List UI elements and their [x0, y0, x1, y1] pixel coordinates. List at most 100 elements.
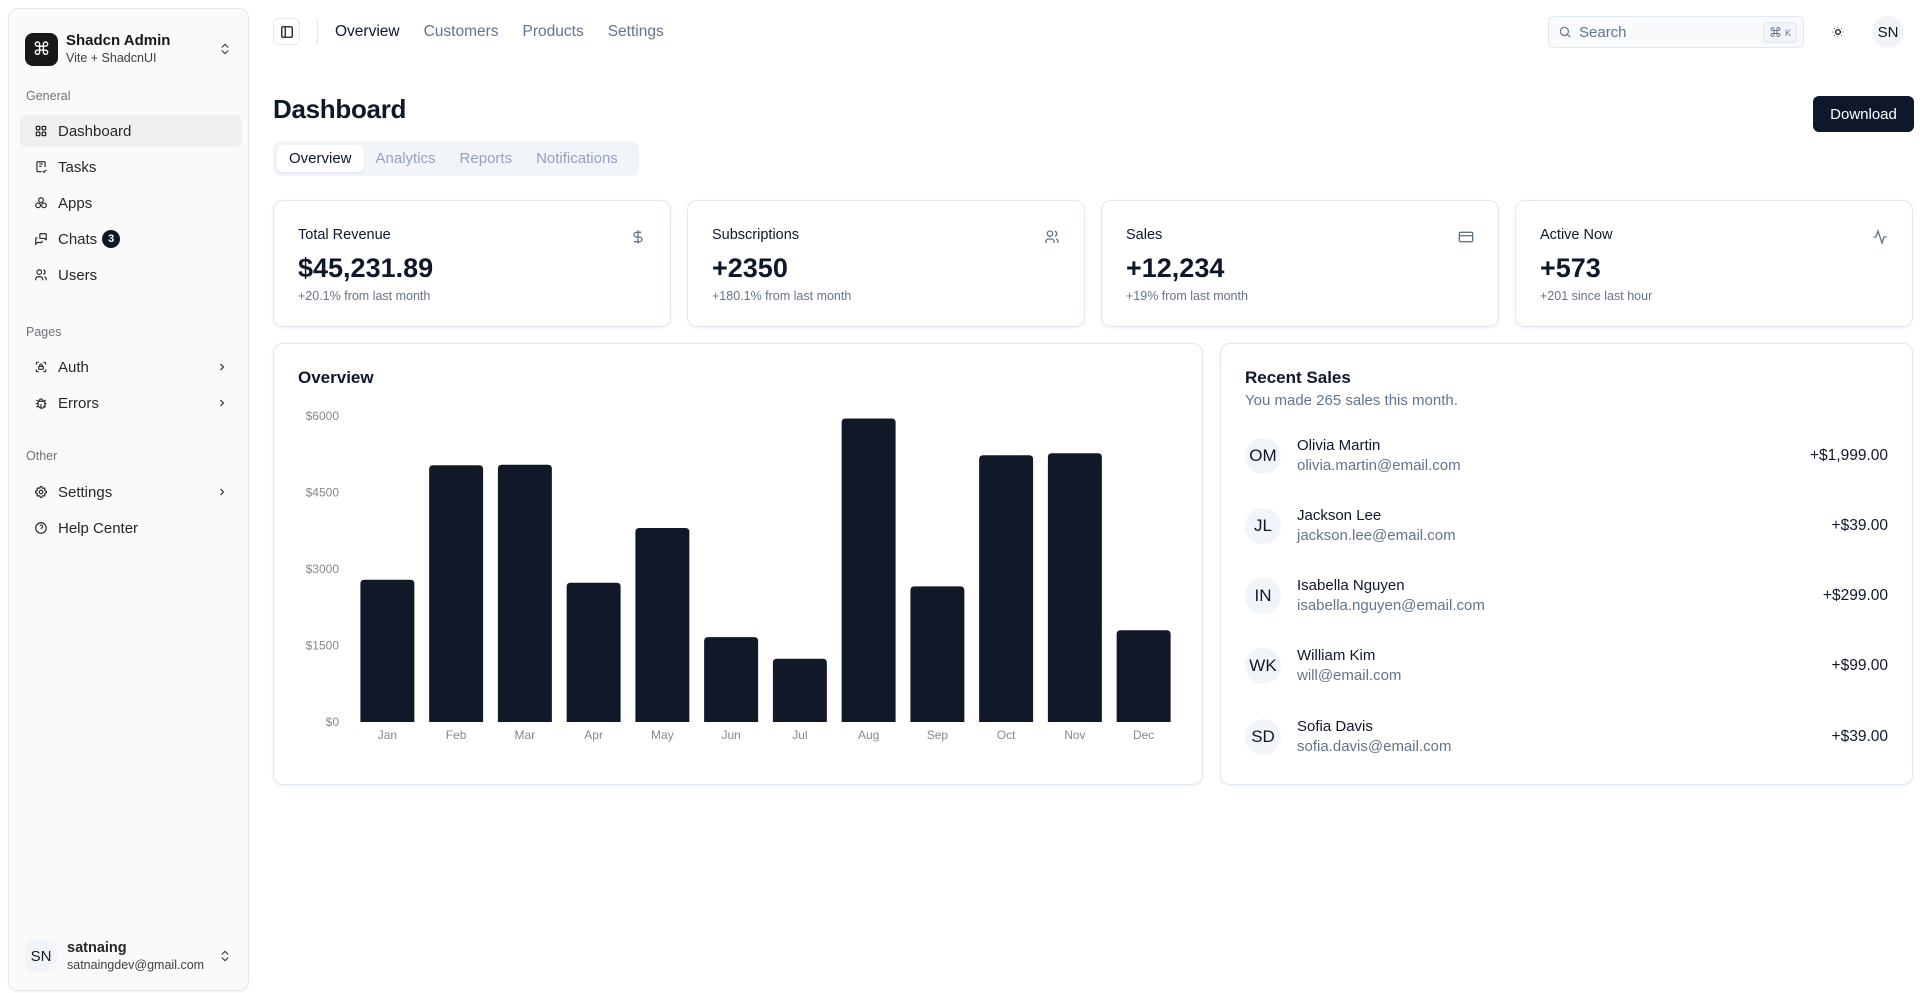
stat-value: $45,231.89 [298, 253, 434, 283]
stat-value: +573 [1540, 253, 1601, 283]
avatar: OM [1245, 438, 1281, 474]
download-button[interactable]: Download [1813, 96, 1914, 132]
x-tick-label: Sep [927, 728, 949, 742]
sale-amount: +$1,999.00 [1809, 447, 1888, 464]
bar-nov[interactable] [1047, 453, 1102, 722]
top-nav: Overview Customers Products Settings [335, 16, 664, 48]
customer-email: will@email.com [1297, 667, 1402, 684]
team-switcher[interactable]: ⌘ Shadcn Admin Vite + ShadcnUI [25, 23, 232, 75]
user-avatar: SN [25, 940, 57, 972]
x-tick-label: Dec [1133, 728, 1154, 742]
bar-jun[interactable] [704, 637, 759, 722]
sidebar-item-settings[interactable]: Settings [20, 476, 242, 508]
avatar: SD [1245, 719, 1281, 755]
dashboard-tabs: Overview Analytics Reports Notifications [273, 141, 639, 176]
nav-user-menu[interactable]: SN satnaing satnaingdev@gmail.com [25, 932, 232, 980]
group-label-other: Other [26, 449, 58, 463]
lock-access-icon [34, 360, 48, 374]
bug-icon [34, 396, 48, 410]
stat-title: Sales [1126, 227, 1163, 243]
bar-jan[interactable] [360, 579, 415, 722]
sidebar-item-chats[interactable]: Chats 3 [20, 223, 242, 255]
bar-feb[interactable] [429, 465, 484, 722]
stat-value: +12,234 [1126, 253, 1225, 283]
tab-analytics[interactable]: Analytics [364, 145, 448, 172]
top-nav-customers[interactable]: Customers [424, 23, 499, 41]
search-input[interactable]: Search ⌘ K [1548, 16, 1804, 48]
sale-row: JL Jackson Lee jackson.lee@email.com +$3… [1245, 505, 1888, 547]
tab-reports[interactable]: Reports [448, 145, 525, 172]
sidebar-item-dashboard[interactable]: Dashboard [20, 115, 242, 147]
x-tick-label: May [651, 728, 674, 742]
sidebar-item-tasks[interactable]: Tasks [20, 151, 242, 183]
bar-mar[interactable] [497, 464, 552, 722]
top-header: Overview Customers Products Settings Sea… [273, 16, 1912, 48]
layout-dashboard-icon [34, 124, 48, 138]
chevron-right-icon [220, 363, 225, 371]
search-placeholder: Search [1579, 23, 1627, 41]
panel-left-icon [280, 25, 293, 38]
sidebar-item-label: Auth [58, 358, 89, 376]
sidebar-item-apps[interactable]: Apps [20, 187, 242, 219]
app-root: ⌘ Shadcn Admin Vite + ShadcnUI General D… [0, 0, 1920, 993]
profile-avatar[interactable]: SN [1872, 16, 1904, 48]
customer-email: sofia.davis@email.com [1297, 738, 1452, 755]
sidebar-item-help-center[interactable]: Help Center [20, 512, 242, 544]
stat-card-sales: Sales +12,234 +19% from last month [1101, 200, 1499, 327]
chevrons-up-down-icon [221, 950, 229, 962]
bar-dec[interactable] [1116, 630, 1171, 722]
user-name: satnaing [67, 940, 127, 956]
k-key: K [1784, 27, 1791, 38]
sidebar: ⌘ Shadcn Admin Vite + ShadcnUI General D… [8, 8, 249, 991]
bar-jul[interactable] [772, 658, 827, 722]
sale-row: SD Sofia Davis sofia.davis@email.com +$3… [1245, 716, 1888, 758]
recent-sales-title: Recent Sales [1245, 368, 1351, 387]
top-nav-settings[interactable]: Settings [608, 23, 664, 41]
bar-may[interactable] [635, 527, 690, 722]
sidebar-item-label: Tasks [58, 158, 97, 176]
x-tick-label: Mar [515, 728, 536, 742]
sidebar-item-auth[interactable]: Auth [20, 351, 242, 383]
theme-toggle-button[interactable] [1828, 22, 1848, 42]
sidebar-item-label: Errors [58, 394, 99, 412]
brand-subtitle: Vite + ShadcnUI [66, 51, 157, 65]
messages-icon [34, 232, 48, 246]
top-nav-overview[interactable]: Overview [335, 23, 400, 41]
bar-sep[interactable] [910, 586, 965, 722]
overview-card: $0 $1500 $3000 $4500 $6000 Jan Feb Mar Apr May Jun… [273, 343, 1203, 785]
stat-card-active-now: Active Now +573 +201 since last hour [1515, 200, 1913, 327]
stat-title: Active Now [1540, 227, 1613, 243]
sidebar-item-errors[interactable]: Errors [20, 387, 242, 419]
avatar: WK [1245, 648, 1281, 684]
x-tick-label: Apr [584, 728, 603, 742]
tab-overview[interactable]: Overview [277, 145, 364, 172]
bar-oct[interactable] [979, 455, 1034, 722]
y-tick-label: $6000 [306, 409, 340, 423]
search-shortcut: ⌘ K [1762, 22, 1797, 43]
stat-title: Subscriptions [712, 227, 800, 243]
sale-amount: +$99.00 [1831, 657, 1888, 674]
group-label-pages: Pages [26, 325, 62, 339]
top-nav-products[interactable]: Products [523, 23, 584, 41]
stat-card-subscriptions: Subscriptions +2350 +180.1% from last mo… [687, 200, 1085, 327]
user-email: satnaingdev@gmail.com [67, 958, 205, 972]
sidebar-item-label: Settings [58, 483, 113, 501]
sidebar-item-users[interactable]: Users [20, 259, 242, 291]
tab-notifications[interactable]: Notifications [524, 145, 630, 172]
y-tick-label: $3000 [306, 562, 340, 576]
search-icon [1559, 26, 1571, 38]
page-title: Dashboard [273, 94, 407, 124]
users-icon [34, 268, 48, 282]
dollar-icon [630, 229, 646, 245]
bar-apr[interactable] [566, 582, 621, 722]
avatar: JL [1245, 508, 1281, 544]
chevrons-up-down-icon [221, 43, 229, 55]
sale-amount: +$39.00 [1831, 728, 1888, 745]
stat-change: +180.1% from last month [712, 289, 852, 303]
sidebar-toggle-button[interactable] [273, 18, 300, 45]
sale-row: IN Isabella Nguyen isabella.nguyen@email… [1245, 575, 1888, 617]
bar-aug[interactable] [841, 418, 896, 722]
sale-row: WK William Kim will@email.com +$99.00 [1245, 645, 1888, 687]
chats-count-badge: 3 [102, 230, 121, 248]
header-separator [317, 19, 318, 44]
